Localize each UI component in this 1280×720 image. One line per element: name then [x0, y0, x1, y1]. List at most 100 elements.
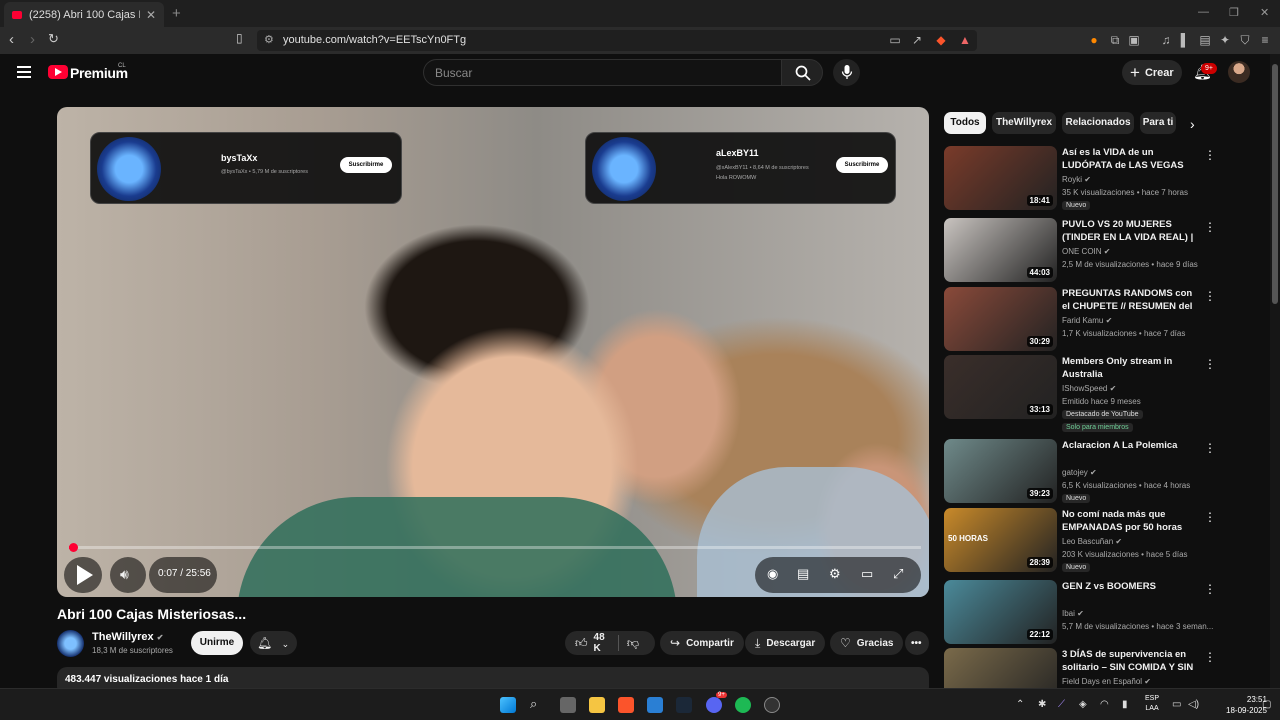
channel-card-bystaxx[interactable]: bysTaXx @bysTaXx • 5,79 M de suscriptore… — [90, 132, 402, 204]
close-tab-icon[interactable]: ✕ — [146, 8, 156, 22]
share-page-icon[interactable]: ↗ — [910, 33, 924, 47]
recommended-video[interactable]: 50 HORAS 28:39 No comí nada más que EMPANA… — [944, 508, 1264, 572]
brave-shields-icon[interactable]: ◆ — [934, 33, 948, 47]
chip-for-you[interactable]: Para ti — [1140, 112, 1176, 134]
video-player[interactable]: bysTaXx @bysTaXx • 5,79 M de suscriptore… — [57, 107, 929, 597]
network-icon[interactable]: ▭ — [1172, 699, 1181, 710]
media-icon[interactable]: ♫ — [1159, 33, 1173, 47]
recommended-channel[interactable]: Leo Bascuñan ✔ — [1062, 537, 1122, 546]
extensions-icon[interactable]: ⧉ — [1108, 33, 1122, 47]
recommended-channel[interactable]: gatojey ✔ — [1062, 468, 1097, 477]
more-options-icon[interactable]: ⋮ — [1204, 650, 1216, 664]
taskbar-search-icon[interactable]: ⌕ — [530, 696, 537, 712]
more-options-icon[interactable]: ⋮ — [1204, 357, 1216, 371]
join-button[interactable]: Unirme — [191, 631, 243, 655]
autoplay-toggle[interactable]: ◉ — [767, 566, 778, 582]
recommended-video[interactable]: 39:23 Aclaracion A La Polemica gatojey ✔ 6,… — [944, 439, 1264, 503]
recommended-title[interactable]: Members Only stream in Australia — [1062, 355, 1202, 381]
more-options-icon[interactable]: ⋮ — [1204, 289, 1216, 303]
menu-icon[interactable]: ≡ — [1258, 33, 1272, 47]
tray-mic-icon[interactable]: ▮ — [1122, 699, 1128, 710]
chip-channel[interactable]: TheWillyrex — [992, 112, 1056, 134]
windows-start-icon[interactable] — [500, 697, 516, 713]
theater-mode-icon[interactable]: ▭ — [861, 566, 873, 582]
reload-icon[interactable]: ↻ — [48, 31, 59, 47]
share-button[interactable]: ↪ Compartir — [660, 631, 744, 655]
more-options-icon[interactable]: ⋮ — [1204, 582, 1216, 596]
account-avatar[interactable] — [1228, 61, 1250, 83]
recommended-channel[interactable]: Royki ✔ — [1062, 175, 1091, 184]
like-icon[interactable]: 👍︎ — [575, 636, 588, 651]
video-thumbnail[interactable]: 22:12 — [944, 580, 1057, 644]
speaker-icon[interactable]: ◁) — [1188, 699, 1199, 710]
recommended-video[interactable]: 22:12 GEN Z vs BOOMERS Ibai ✔ 5,7 M de visu… — [944, 580, 1264, 644]
recommended-channel[interactable]: Field Days en Español ✔ — [1062, 677, 1151, 686]
video-thumbnail[interactable]: 50 HORAS 28:39 — [944, 508, 1057, 572]
tray-app-icon[interactable]: ⟋ — [1058, 699, 1065, 710]
more-options-icon[interactable]: ⋮ — [1204, 441, 1216, 455]
tray-headset-icon[interactable]: ◠ — [1100, 699, 1109, 710]
channel-card-subscribe-button[interactable]: Suscribirme — [340, 157, 392, 173]
channel-card-alexby11[interactable]: aLexBY11 @xAlexBY11 • 8,64 M de suscript… — [585, 132, 896, 204]
browser-tab[interactable]: (2258) Abri 100 Cajas Misteriosas ✕ — [4, 2, 164, 27]
notification-center-icon[interactable]: ▢ — [1262, 699, 1271, 710]
chips-next-icon[interactable]: › — [1190, 116, 1195, 132]
recommended-title[interactable]: 3 DÍAS de supervivencia en solitario – S… — [1062, 648, 1202, 674]
scrollbar-thumb[interactable] — [1272, 64, 1278, 304]
play-button[interactable] — [64, 557, 102, 593]
tray-steam-icon[interactable]: ◈ — [1079, 699, 1087, 710]
more-actions-button[interactable]: ••• — [905, 631, 929, 655]
notification-settings-button[interactable]: 🔔︎ ⌄ — [250, 631, 297, 655]
tray-app-icon[interactable]: ✱ — [1038, 699, 1046, 710]
video-thumbnail[interactable]: 39:23 — [944, 439, 1057, 503]
search-button[interactable] — [781, 59, 823, 86]
create-button[interactable]: + Crear — [1122, 60, 1182, 85]
chip-all[interactable]: Todos — [944, 112, 986, 134]
recommended-channel[interactable]: IShowSpeed ✔ — [1062, 384, 1116, 393]
file-explorer-icon[interactable] — [589, 697, 605, 713]
recommended-title[interactable]: GEN Z vs BOOMERS — [1062, 580, 1202, 593]
like-count[interactable]: 48 K — [594, 632, 606, 654]
subtitles-icon[interactable]: ▤ — [797, 566, 809, 582]
address-bar[interactable]: ⚙ youtube.com/watch?v=EETscYn0FTg — [257, 30, 977, 51]
voice-search-button[interactable] — [833, 59, 860, 86]
video-thumbnail[interactable]: 18:41 — [944, 146, 1057, 210]
recommended-video[interactable]: 33:13 Members Only stream in Australia ISh… — [944, 355, 1264, 432]
more-options-icon[interactable]: ⋮ — [1204, 148, 1216, 162]
minimize-icon[interactable]: — — [1198, 6, 1209, 18]
tray-overflow-icon[interactable]: ⌃ — [1016, 699, 1024, 710]
settings-gear-icon[interactable]: ⚙ — [829, 566, 841, 582]
progress-bar[interactable] — [68, 543, 921, 552]
youtube-logo-icon[interactable] — [48, 65, 68, 79]
spotify-icon[interactable] — [735, 697, 751, 713]
recommended-video[interactable]: 30:29 PREGUNTAS RANDOMS con el CHUPETE //… — [944, 287, 1264, 351]
recommended-video[interactable]: 18:41 Así es la VIDA de un LUDÓPATA de LA… — [944, 146, 1264, 210]
bookmark-icon[interactable]: ▯ — [236, 31, 243, 45]
video-thumbnail[interactable]: 30:29 — [944, 287, 1057, 351]
sidebar-icon[interactable]: ▌ — [1178, 33, 1192, 47]
task-view-icon[interactable] — [560, 697, 576, 713]
recommended-title[interactable]: Así es la VIDA de un LUDÓPATA de LAS VEG… — [1062, 146, 1202, 172]
system-clock[interactable]: 23:51 18-09-2025 — [1226, 694, 1267, 716]
recommended-channel[interactable]: Farid Kamu ✔ — [1062, 316, 1112, 325]
extension-icon[interactable]: ● — [1087, 33, 1101, 47]
app-icon[interactable] — [764, 697, 780, 713]
dislike-icon[interactable]: 👎︎ — [627, 636, 639, 651]
screenshot-icon[interactable]: ▣ — [1127, 33, 1141, 47]
back-icon[interactable]: ‹ — [9, 31, 14, 48]
wallet-icon[interactable]: ▤ — [1198, 33, 1212, 47]
brave-rewards-icon[interactable]: ▲ — [958, 33, 972, 47]
scrubber-handle[interactable] — [68, 543, 78, 552]
site-info-icon[interactable]: ⚙ — [264, 33, 274, 46]
steam-icon[interactable] — [676, 697, 692, 713]
photos-icon[interactable] — [647, 697, 663, 713]
recommended-title[interactable]: PREGUNTAS RANDOMS con el CHUPETE // RESU… — [1062, 287, 1202, 313]
recommended-video[interactable]: 44:03 PUVLO VS 20 MUJERES (TINDER EN LA V… — [944, 218, 1264, 282]
channel-name[interactable]: TheWillyrex ✔ — [92, 631, 163, 643]
volume-button[interactable]: 🔊︎ — [110, 557, 146, 593]
close-window-icon[interactable]: ✕ — [1260, 6, 1269, 19]
new-tab-icon[interactable]: + — [172, 5, 181, 22]
chip-related[interactable]: Relacionados — [1062, 112, 1134, 134]
more-options-icon[interactable]: ⋮ — [1204, 220, 1216, 234]
video-thumbnail[interactable]: 33:13 — [944, 355, 1057, 419]
